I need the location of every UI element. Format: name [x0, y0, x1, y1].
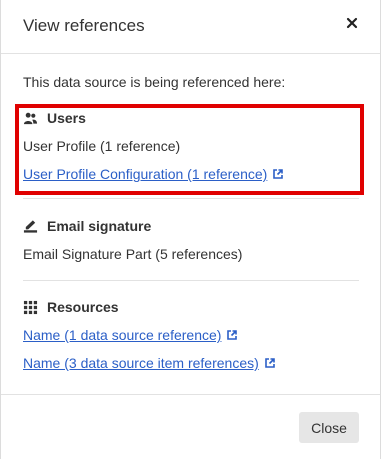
resources-icon: [23, 300, 38, 314]
section-resources-header: Resources: [23, 297, 357, 317]
highlight-box: [15, 104, 364, 195]
signature-icon: [23, 219, 38, 233]
resource-link-2-label: Name (3 data source item references): [23, 355, 259, 371]
external-link-icon: [227, 330, 238, 340]
section-email-signature-heading: Email signature: [47, 218, 152, 234]
close-icon[interactable]: [345, 16, 359, 30]
divider: [23, 280, 359, 281]
email-signature-part-text: Email Signature Part (5 references): [23, 246, 243, 262]
external-link-icon: [264, 358, 275, 368]
section-resources-heading: Resources: [47, 299, 119, 315]
dialog-title: View references: [23, 16, 145, 35]
section-email-signature: Email signature Email Signature Part (5 …: [23, 216, 357, 264]
close-button[interactable]: Close: [299, 412, 359, 443]
intro-text: This data source is being referenced her…: [23, 74, 286, 90]
resource-link-1[interactable]: Name (1 data source reference): [23, 325, 238, 345]
footer-divider: [1, 394, 380, 395]
section-resources: Resources Name (1 data source reference)…: [23, 297, 357, 373]
view-references-dialog: View references This data source is bein…: [0, 0, 381, 459]
dialog-header: View references: [1, 0, 380, 54]
divider: [23, 198, 359, 199]
resource-link-1-label: Name (1 data source reference): [23, 327, 222, 343]
resource-link-2[interactable]: Name (3 data source item references): [23, 353, 275, 373]
section-email-signature-header: Email signature: [23, 216, 357, 236]
